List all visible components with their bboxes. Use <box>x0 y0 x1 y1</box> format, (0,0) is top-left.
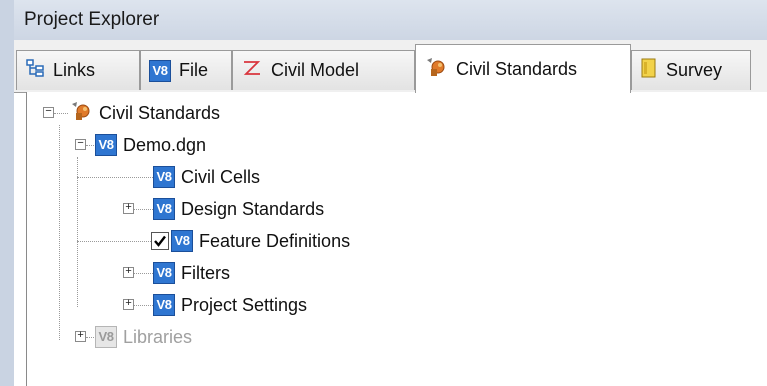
tab-civil-standards[interactable]: Civil Standards <box>415 44 631 93</box>
v8-icon: V8 <box>153 294 175 316</box>
tab-file-label: File <box>179 60 209 80</box>
project-explorer-window: Project Explorer Links V8 File Civil Mod… <box>0 0 767 386</box>
tab-links-label: Links <box>53 60 96 80</box>
collapse-toggle-demo-dgn[interactable]: − <box>75 139 86 150</box>
tree-view[interactable]: − − + + + + Civil Standards V8 Demo.dgn <box>26 92 767 386</box>
tree-node-design-standards[interactable]: V8 Design Standards <box>153 194 324 224</box>
window-title: Project Explorer <box>24 9 160 30</box>
tab-survey-label: Survey <box>666 60 723 80</box>
tab-civil-model-label: Civil Model <box>271 60 360 80</box>
tree-line <box>77 157 78 307</box>
tree-node-libraries[interactable]: V8 Libraries <box>95 322 192 352</box>
v8-icon: V8 <box>153 198 175 220</box>
v8-icon: V8 <box>153 166 175 188</box>
tab-strip: Links V8 File Civil Model Civil Standard… <box>14 40 767 93</box>
expand-toggle-project-settings[interactable]: + <box>123 299 134 310</box>
tree-node-feature-definitions[interactable]: V8 Feature Definitions <box>151 226 350 256</box>
tree-line <box>77 177 153 178</box>
tree-node-label: Demo.dgn <box>123 134 207 155</box>
feature-definitions-checkbox[interactable] <box>151 232 169 250</box>
survey-icon <box>640 57 658 84</box>
tree-line <box>54 113 68 114</box>
tree-node-civil-standards[interactable]: Civil Standards <box>69 98 220 128</box>
expand-toggle-filters[interactable]: + <box>123 267 134 278</box>
tab-civil-standards-label: Civil Standards <box>456 58 578 79</box>
tree-node-label: Project Settings <box>181 294 308 315</box>
tree-line <box>134 305 153 306</box>
civil-model-icon <box>241 58 263 83</box>
window-left-edge <box>0 0 14 386</box>
expand-toggle-design-standards[interactable]: + <box>123 203 134 214</box>
tab-survey[interactable]: Survey <box>631 50 751 90</box>
tree-line <box>77 241 153 242</box>
tree-node-label: Civil Standards <box>99 102 221 123</box>
tree-line <box>59 125 60 340</box>
v8-icon: V8 <box>153 262 175 284</box>
expand-toggle-libraries[interactable]: + <box>75 331 86 342</box>
v8-icon: V8 <box>149 59 171 82</box>
v8-icon: V8 <box>95 134 117 156</box>
civil-standards-icon <box>424 56 448 83</box>
v8-icon: V8 <box>95 326 117 348</box>
v8-icon: V8 <box>171 230 193 252</box>
links-icon <box>25 58 45 83</box>
tree-line <box>134 209 153 210</box>
tree-node-project-settings[interactable]: V8 Project Settings <box>153 290 307 320</box>
civil-standards-icon <box>69 100 93 127</box>
tree-node-label: Feature Definitions <box>199 230 351 251</box>
title-bar: Project Explorer <box>14 0 767 40</box>
tree-node-label: Filters <box>181 262 230 283</box>
tree-node-label: Civil Cells <box>181 166 261 187</box>
tab-links[interactable]: Links <box>16 50 140 90</box>
tree-line <box>134 273 153 274</box>
collapse-toggle-civil-standards[interactable]: − <box>43 107 54 118</box>
tree-node-demo-dgn[interactable]: V8 Demo.dgn <box>95 130 206 160</box>
tree-node-label: Design Standards <box>181 198 325 219</box>
tree-node-civil-cells[interactable]: V8 Civil Cells <box>153 162 260 192</box>
tab-civil-model[interactable]: Civil Model <box>232 50 415 90</box>
tab-file[interactable]: V8 File <box>140 50 232 90</box>
tree-node-label: Libraries <box>123 326 193 347</box>
tree-node-filters[interactable]: V8 Filters <box>153 258 230 288</box>
